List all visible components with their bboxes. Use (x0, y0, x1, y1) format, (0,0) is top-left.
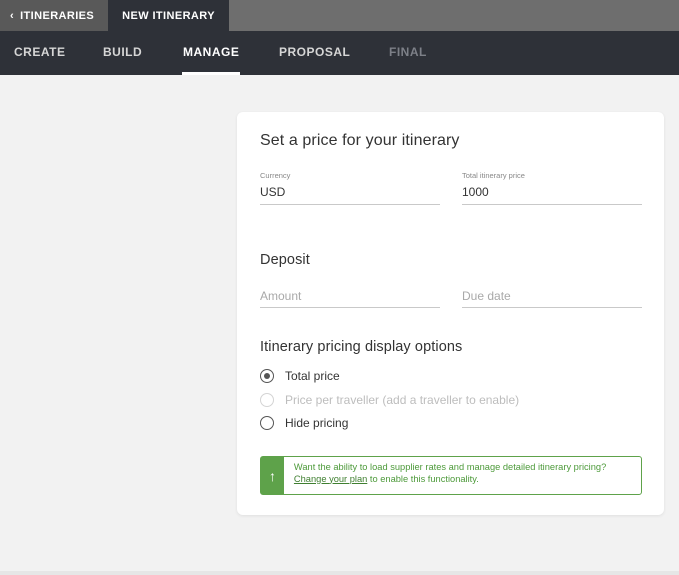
total-price-label: Total itinerary price (462, 171, 525, 180)
currency-field[interactable]: Currency USD (260, 171, 440, 205)
tab-manage[interactable]: MANAGE (182, 31, 241, 75)
deposit-section-title: Deposit (260, 252, 310, 268)
bottom-divider (0, 571, 679, 575)
change-plan-link[interactable]: Change your plan (294, 474, 367, 484)
deposit-due-date-placeholder: Due date (462, 289, 511, 303)
main-nav: CREATE BUILD MANAGE PROPOSAL FINAL (0, 31, 679, 75)
breadcrumb-bar: ‹ ITINERARIES NEW ITINERARY (0, 0, 679, 31)
tab-create[interactable]: CREATE (14, 31, 65, 75)
breadcrumb-new-itinerary[interactable]: NEW ITINERARY (108, 0, 229, 31)
breadcrumb-new-itinerary-label: NEW ITINERARY (122, 9, 215, 22)
currency-label: Currency (260, 171, 291, 180)
tab-final-label: FINAL (389, 45, 427, 59)
upgrade-text-before: Want the ability to load supplier rates … (293, 462, 607, 472)
upgrade-message: Want the ability to load supplier rates … (284, 457, 641, 494)
chevron-left-icon: ‹ (10, 9, 15, 22)
radio-total-price[interactable]: Total price (260, 369, 340, 383)
tab-build[interactable]: BUILD (103, 31, 142, 75)
active-tab-indicator (182, 72, 241, 75)
display-options-title: Itinerary pricing display options (260, 339, 463, 355)
radio-hide-pricing[interactable]: Hide pricing (260, 416, 348, 430)
radio-hide-pricing-label: Hide pricing (285, 416, 349, 430)
tab-final: FINAL (389, 31, 427, 75)
pricing-card: Set a price for your itinerary Currency … (237, 112, 664, 515)
radio-price-per-traveller: Price per traveller (add a traveller to … (260, 393, 519, 407)
total-price-field[interactable]: Total itinerary price 1000 (462, 171, 642, 205)
upgrade-plan-notice: ↑ Want the ability to load supplier rate… (260, 456, 642, 495)
tab-create-label: CREATE (14, 45, 66, 59)
tab-build-label: BUILD (103, 45, 143, 59)
currency-value: USD (260, 185, 286, 199)
radio-price-per-traveller-label: Price per traveller (add a traveller to … (285, 393, 520, 407)
radio-unchecked-icon (260, 393, 274, 407)
tab-proposal-label: PROPOSAL (279, 45, 351, 59)
arrow-up-icon: ↑ (261, 457, 284, 494)
tab-proposal[interactable]: PROPOSAL (279, 31, 350, 75)
deposit-due-date-input[interactable]: Due date (462, 287, 642, 308)
upgrade-text-after: to enable this functionality. (367, 473, 479, 484)
price-section-title: Set a price for your itinerary (260, 132, 460, 149)
radio-checked-icon[interactable] (260, 369, 274, 383)
breadcrumb-itineraries-label: ITINERARIES (20, 9, 95, 22)
deposit-amount-placeholder: Amount (260, 289, 302, 303)
total-price-value: 1000 (462, 185, 489, 199)
radio-unchecked-icon[interactable] (260, 416, 274, 430)
deposit-amount-input[interactable]: Amount (260, 287, 440, 308)
radio-total-price-label: Total price (285, 369, 340, 383)
breadcrumb-itineraries[interactable]: ‹ ITINERARIES (0, 0, 109, 31)
tab-manage-label: MANAGE (183, 45, 240, 59)
